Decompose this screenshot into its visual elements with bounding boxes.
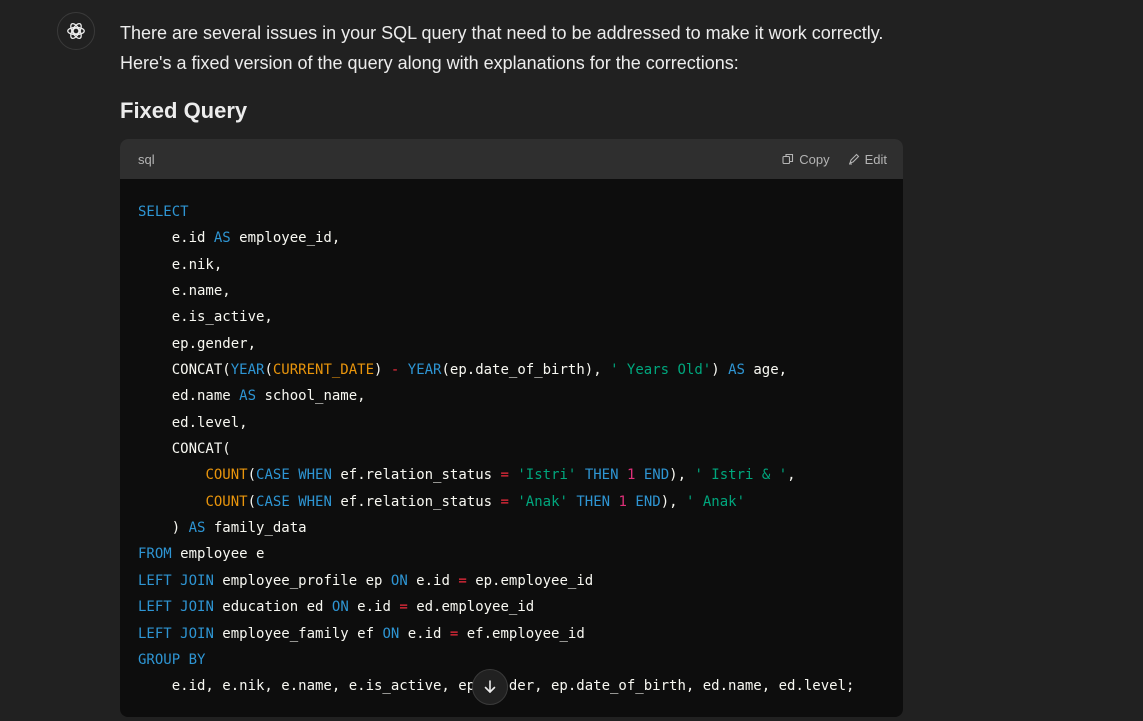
message-line-2: Here's a fixed version of the query alon…	[120, 53, 739, 73]
assistant-message: There are several issues in your SQL que…	[120, 18, 910, 78]
chatgpt-logo-icon	[67, 22, 85, 40]
code-language-label: sql	[138, 151, 155, 167]
section-heading: Fixed Query	[120, 98, 248, 123]
assistant-avatar	[57, 12, 95, 50]
code-content: SELECT e.id AS employee_id, e.nik, e.nam…	[138, 204, 855, 695]
copy-icon	[782, 153, 794, 165]
scroll-to-bottom-button[interactable]	[472, 669, 508, 705]
edit-icon	[848, 153, 859, 165]
copy-button[interactable]: Copy	[782, 151, 830, 167]
arrow-down-icon	[484, 680, 496, 693]
edit-button[interactable]: Edit	[848, 152, 887, 167]
edit-label: Edit	[864, 151, 887, 167]
code-block-header: sql Copy Edit	[120, 139, 903, 179]
code-block: sql Copy Edit SELECT e.id AS employee_id…	[120, 139, 903, 717]
copy-label: Copy	[799, 151, 830, 167]
message-line-1: There are several issues in your SQL que…	[120, 23, 884, 43]
